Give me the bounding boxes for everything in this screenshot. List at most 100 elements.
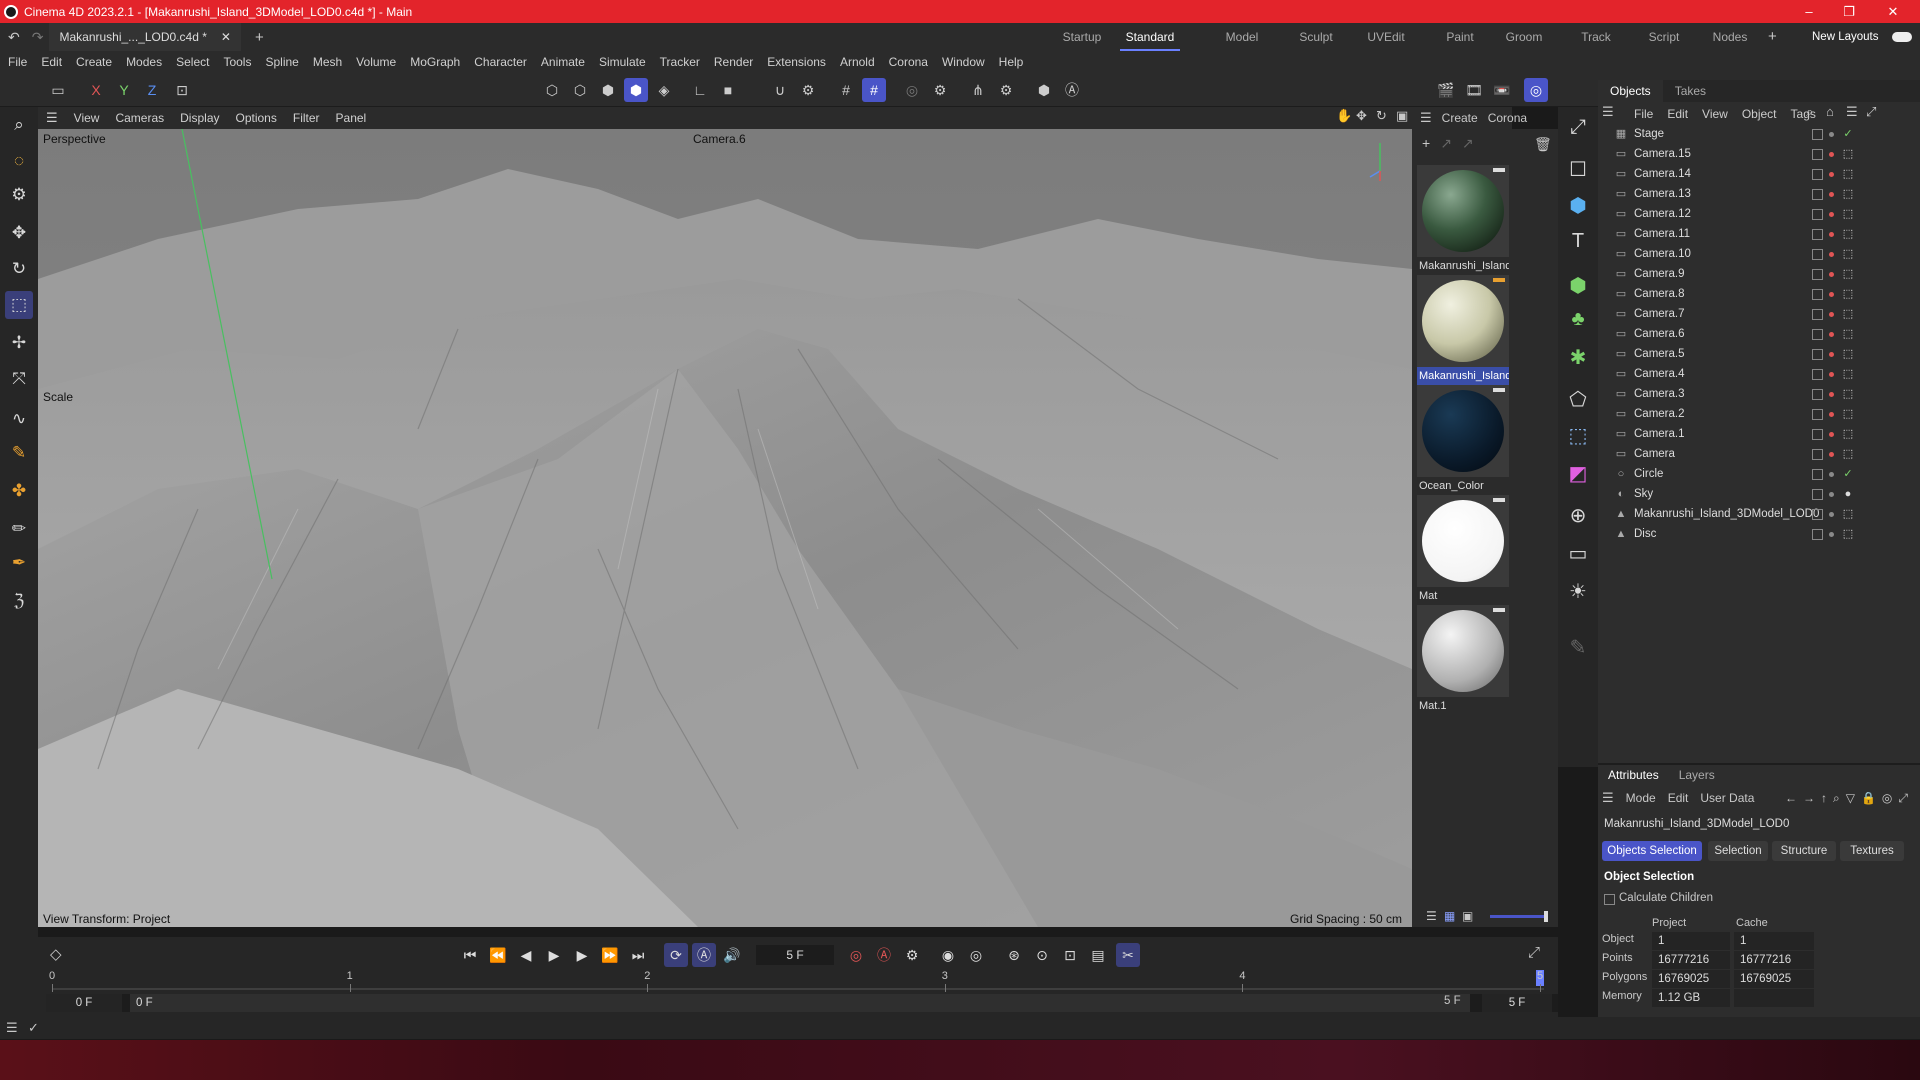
selection-filter-icon[interactable]: ⚙ xyxy=(5,181,33,209)
visibility-dot-icon[interactable] xyxy=(1829,411,1834,417)
edit-toggle-icon[interactable] xyxy=(1812,248,1823,260)
3d-viewport[interactable] xyxy=(38,129,1412,927)
undo-icon[interactable]: ↶ xyxy=(8,29,20,46)
sketch-tool-icon[interactable]: ✎ xyxy=(5,439,33,467)
render-view-icon[interactable]: 🎬 xyxy=(1434,78,1458,102)
edit-toggle-icon[interactable] xyxy=(1812,208,1823,220)
visibility-dot-icon[interactable] xyxy=(1829,211,1834,217)
scale-key-icon[interactable]: ⊛ xyxy=(1002,943,1026,967)
object-row[interactable]: ▭ Camera.8 ⬚ xyxy=(1598,284,1920,304)
layout-tab-sculpt[interactable]: Sculpt xyxy=(1286,23,1346,51)
pose-tool-icon[interactable]: ✤ xyxy=(5,477,33,505)
active-camera-label[interactable]: Camera.6 xyxy=(693,132,746,146)
visibility-dot-icon[interactable] xyxy=(1829,151,1834,157)
coordinate-system-icon[interactable]: ⊡ xyxy=(170,78,194,102)
viewport-menu-options[interactable]: Options xyxy=(236,111,277,125)
thumbnail-size-slider[interactable] xyxy=(1490,915,1548,918)
menu-tracker[interactable]: Tracker xyxy=(660,55,700,69)
new-material-icon[interactable]: + xyxy=(1422,135,1430,151)
material-swatch[interactable]: Ocean_Color xyxy=(1417,385,1509,495)
visibility-dot-icon[interactable] xyxy=(1829,511,1834,517)
auto-key-mode-icon[interactable]: Ⓐ xyxy=(692,943,716,967)
edit-toggle-icon[interactable] xyxy=(1812,128,1823,140)
text-icon[interactable]: T xyxy=(1562,225,1594,257)
previous-key-icon[interactable]: ⏪ xyxy=(486,943,510,967)
visibility-dot-icon[interactable] xyxy=(1829,191,1834,197)
viewport-menu-display[interactable]: Display xyxy=(180,111,219,125)
null-object-icon[interactable]: ⤢ xyxy=(1562,111,1594,143)
transform-tool-icon[interactable]: ✢ xyxy=(5,329,33,357)
keyframe-selection-icon[interactable]: ⚙ xyxy=(900,943,924,967)
object-tag-icon[interactable]: ⬚ xyxy=(1842,528,1854,540)
object-tag-icon[interactable]: ⬚ xyxy=(1842,168,1854,180)
go-to-start-icon[interactable]: ⏮ xyxy=(458,943,482,967)
edit-toggle-icon[interactable] xyxy=(1812,168,1823,180)
delete-icon[interactable]: 🗑 xyxy=(1534,136,1552,153)
attr-menu-user-data[interactable]: User Data xyxy=(1700,791,1754,805)
viewport-menu-icon[interactable]: ☰ xyxy=(46,110,58,126)
edit-toggle-icon[interactable] xyxy=(1812,448,1823,460)
edit-toggle-icon[interactable] xyxy=(1812,288,1823,300)
menu-simulate[interactable]: Simulate xyxy=(599,55,646,69)
layout-tab-model[interactable]: Model xyxy=(1212,23,1272,51)
object-tag-icon[interactable]: ⬚ xyxy=(1842,248,1854,260)
attr-subtab-textures[interactable]: Textures xyxy=(1840,841,1904,861)
object-mode-icon[interactable]: ⬢ xyxy=(624,78,648,102)
rig-icon[interactable]: ⬢ xyxy=(1032,78,1056,102)
lock-workplane-icon[interactable]: ◎ xyxy=(900,78,924,102)
visibility-dot-icon[interactable] xyxy=(1829,431,1834,437)
object-row[interactable]: ▭ Camera.7 ⬚ xyxy=(1598,304,1920,324)
previous-frame-icon[interactable]: ◀ xyxy=(514,943,538,967)
brush-icon[interactable]: ✏ xyxy=(5,515,33,543)
snap-grid-icon[interactable]: # xyxy=(834,78,858,102)
menu-mesh[interactable]: Mesh xyxy=(313,55,342,69)
menu-volume[interactable]: Volume xyxy=(356,55,396,69)
move-view-icon[interactable]: ✥ xyxy=(1356,108,1367,124)
points-mode-icon[interactable]: ⬡ xyxy=(540,78,564,102)
menu-arnold[interactable]: Arnold xyxy=(840,55,875,69)
timeline-expand-icon[interactable]: ⤢ xyxy=(1528,944,1540,961)
menu-window[interactable]: Window xyxy=(942,55,985,69)
visibility-dot-icon[interactable] xyxy=(1829,171,1834,177)
param-key-icon[interactable]: ⊙ xyxy=(1030,943,1054,967)
brush-palette-icon[interactable]: ✎ xyxy=(1562,631,1594,663)
object-tag-icon[interactable]: ⬚ xyxy=(1842,408,1854,420)
loop-icon[interactable]: ⟳ xyxy=(664,943,688,967)
workplane-snap-icon[interactable]: # xyxy=(862,78,886,102)
texture-mode-icon[interactable]: ■ xyxy=(716,78,740,102)
add-tab-icon[interactable]: + xyxy=(255,29,264,46)
object-row[interactable]: ▲ Disc ⬚ xyxy=(1598,524,1920,544)
object-tag-icon[interactable]: ● xyxy=(1842,488,1854,500)
toggle-view-icon[interactable]: ▣ xyxy=(1396,108,1408,124)
edit-toggle-icon[interactable] xyxy=(1812,228,1823,240)
object-popout-icon[interactable]: ⤢ xyxy=(1866,104,1876,120)
layout-tab-groom[interactable]: Groom xyxy=(1494,23,1554,51)
tab-layers[interactable]: Layers xyxy=(1669,765,1725,785)
tab-attributes[interactable]: Attributes xyxy=(1598,765,1669,785)
end-frame-field[interactable]: 5 F xyxy=(1482,994,1552,1012)
menu-render[interactable]: Render xyxy=(714,55,753,69)
material-arrow-icon[interactable]: ↗ xyxy=(1440,135,1452,152)
range-start-field[interactable]: 0 F xyxy=(130,994,1470,1012)
material-menu-corona[interactable]: Corona xyxy=(1488,111,1527,125)
object-row[interactable]: ▭ Camera.12 ⬚ xyxy=(1598,204,1920,224)
edit-toggle-icon[interactable] xyxy=(1812,148,1823,160)
large-view-icon[interactable]: ▣ xyxy=(1462,909,1473,923)
position-key-icon[interactable]: ◉ xyxy=(936,943,960,967)
symmetry-icon[interactable]: ⋔ xyxy=(966,78,990,102)
object-tag-icon[interactable]: ⬚ xyxy=(1842,448,1854,460)
spline-object-icon[interactable]: ◩ xyxy=(1562,457,1594,489)
model-mode-icon[interactable]: ▭ xyxy=(46,78,70,102)
edit-toggle-icon[interactable] xyxy=(1812,308,1823,320)
close-tab-icon[interactable]: ✕ xyxy=(221,30,231,44)
menu-extensions[interactable]: Extensions xyxy=(767,55,826,69)
axis-mode-icon[interactable]: ∟ xyxy=(688,78,712,102)
play-icon[interactable]: ▶ xyxy=(542,943,566,967)
object-tag-icon[interactable]: ⬚ xyxy=(1842,328,1854,340)
attr-nav-icons[interactable]: ←→↑⌕▽🔒◎⤢ xyxy=(1785,791,1914,806)
effector-icon[interactable]: ✱ xyxy=(1562,341,1594,373)
object-tag-icon[interactable]: ⬚ xyxy=(1842,508,1854,520)
object-search-icon[interactable]: ⌕ xyxy=(1806,104,1813,120)
material-swatch[interactable]: Mat xyxy=(1417,495,1509,605)
object-menu-file[interactable]: File xyxy=(1634,107,1653,121)
